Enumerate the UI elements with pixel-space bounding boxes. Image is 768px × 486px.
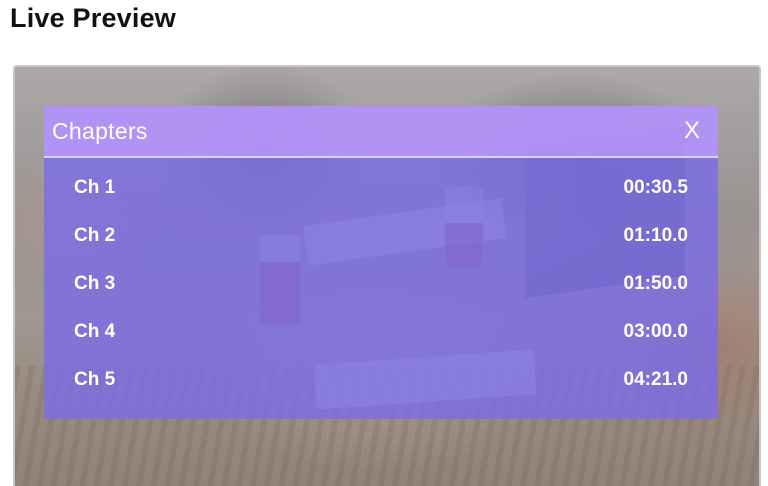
chapter-time: 01:50.0	[623, 273, 688, 294]
page-title: Live Preview	[10, 3, 176, 33]
chapter-time: 01:10.0	[623, 225, 688, 246]
chapter-time: 03:00.0	[623, 321, 688, 342]
chapters-header: Chapters X	[44, 106, 718, 158]
chapter-time: 04:21.0	[623, 369, 688, 390]
chapters-panel: Chapters X Ch 1 00:30.5 Ch 2 01:10.0 Ch …	[44, 106, 718, 419]
chapter-item-2[interactable]: Ch 2 01:10.0	[44, 212, 718, 260]
chapter-label: Ch 2	[74, 225, 116, 246]
chapter-item-1[interactable]: Ch 1 00:30.5	[44, 164, 718, 212]
chapter-time: 00:30.5	[623, 177, 688, 198]
chapter-label: Ch 5	[74, 369, 116, 390]
chapter-label: Ch 4	[74, 321, 116, 342]
chapter-item-5[interactable]: Ch 5 04:21.0	[44, 356, 718, 404]
chapter-item-3[interactable]: Ch 3 01:50.0	[44, 260, 718, 308]
chapters-title: Chapters	[52, 117, 148, 144]
chapter-list: Ch 1 00:30.5 Ch 2 01:10.0 Ch 3 01:50.0 C…	[44, 158, 718, 404]
chapter-label: Ch 3	[74, 273, 116, 294]
chapter-item-4[interactable]: Ch 4 03:00.0	[44, 308, 718, 356]
video-player[interactable]: Chapters X Ch 1 00:30.5 Ch 2 01:10.0 Ch …	[13, 65, 761, 486]
chapter-label: Ch 1	[74, 177, 116, 198]
close-button[interactable]: X	[684, 117, 700, 145]
